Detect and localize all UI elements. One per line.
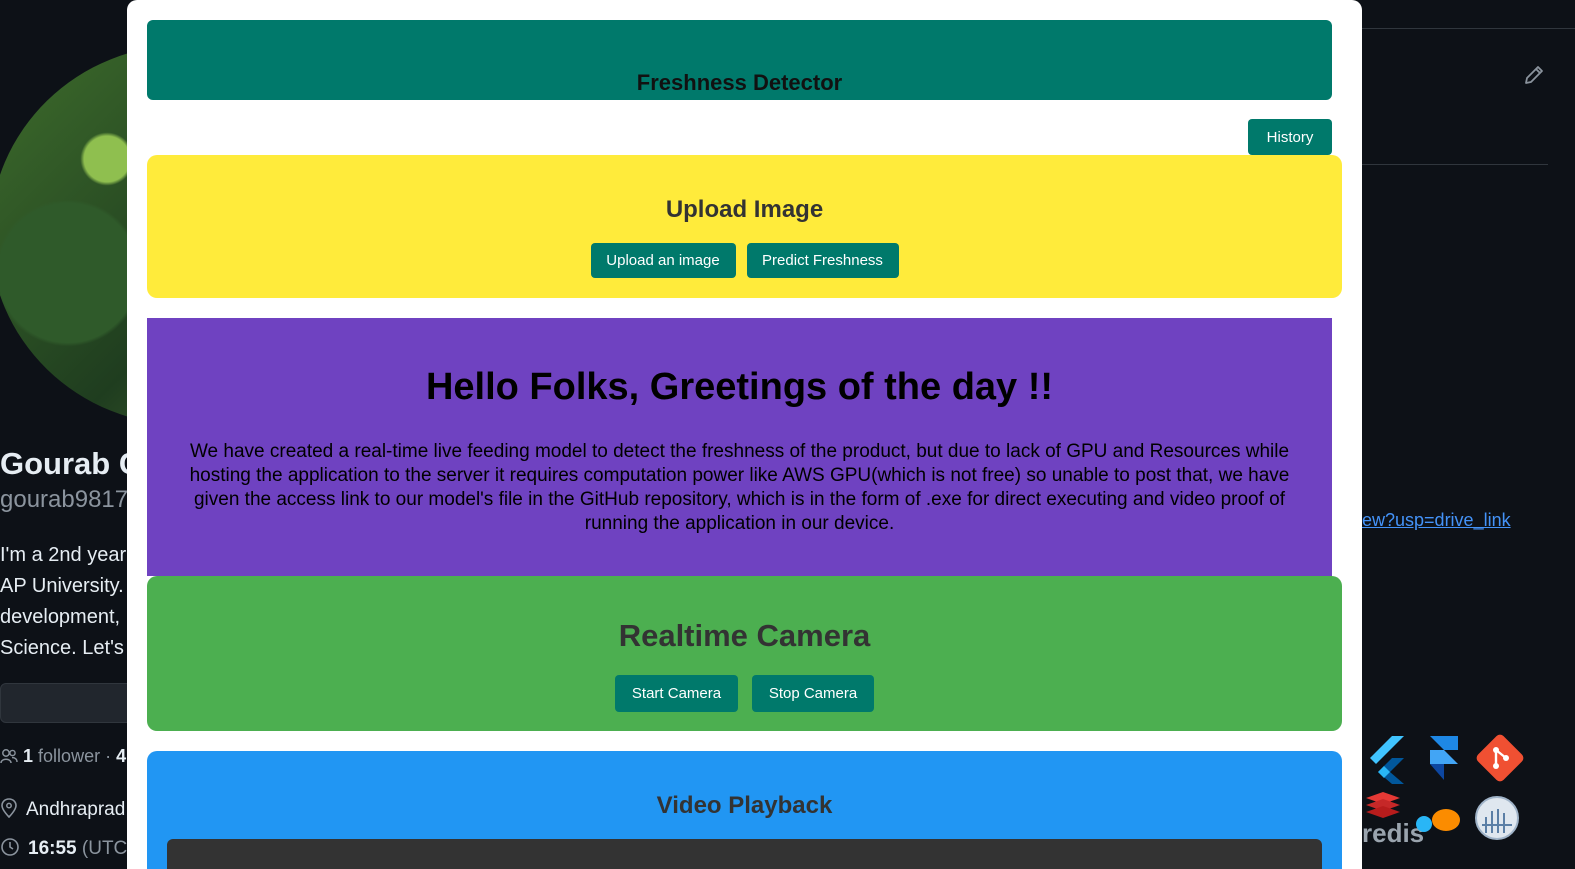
framer-icon[interactable] (1418, 732, 1470, 784)
start-camera-button[interactable]: Start Camera (615, 675, 738, 712)
video-title: Video Playback (656, 792, 833, 819)
upload-title: Upload Image (665, 196, 824, 223)
divider (1362, 164, 1548, 165)
camera-button-row: Start Camera Stop Camera (147, 675, 1342, 712)
upload-button-row: Upload an image Predict Freshness (147, 243, 1342, 278)
divider (1362, 28, 1575, 29)
clock-icon (1, 838, 19, 856)
people-icon (0, 749, 18, 764)
followers-count: 1 (23, 746, 34, 766)
info-section: Hello Folks, Greetings of the day !! We … (147, 318, 1332, 576)
profile-local-time: 16:55 (UTC (0, 837, 127, 860)
bio-line: I'm a 2nd year (0, 544, 127, 566)
video-player[interactable] (167, 839, 1322, 869)
header-bar: Freshness Detector (147, 20, 1332, 100)
learn-logo-icon[interactable] (1414, 800, 1462, 840)
git-icon[interactable] (1474, 732, 1526, 784)
stop-camera-button[interactable]: Stop Camera (752, 675, 874, 712)
followers-info[interactable]: 1 follower · 4 (0, 746, 126, 767)
bio-line: Science. Let's (0, 637, 124, 659)
info-paragraph: We have created a real-time live feeding… (189, 441, 1290, 534)
predict-freshness-button[interactable]: Predict Freshness (746, 243, 899, 278)
history-button[interactable]: History (1248, 119, 1332, 155)
utc-label: (UTC (81, 838, 128, 859)
location-pin-icon (1, 798, 17, 819)
profile-location: Andhraprad (0, 798, 125, 821)
video-section: Video Playback (147, 751, 1342, 869)
freshness-modal: Freshness Detector History Upload Image … (127, 0, 1362, 869)
upload-image-button[interactable]: Upload an image (590, 243, 736, 278)
time-text: 16:55 (28, 838, 77, 859)
camera-title: Realtime Camera (618, 618, 871, 653)
app-title: Freshness Detector (636, 70, 843, 95)
followers-label: follower · (38, 746, 112, 766)
profile-handle: gourab9817 (0, 486, 129, 513)
drive-link[interactable]: ew?usp=drive_link (1362, 510, 1511, 531)
seaborn-icon[interactable] (1474, 795, 1520, 841)
profile-name: Gourab C (0, 446, 142, 481)
location-text: Andhraprad (26, 799, 126, 820)
following-count: 4 (116, 746, 127, 766)
greeting-heading: Hello Folks, Greetings of the day !! (425, 366, 1054, 408)
camera-section: Realtime Camera Start Camera Stop Camera (147, 576, 1342, 731)
pencil-icon[interactable] (1522, 63, 1546, 87)
bio-line: AP University. (0, 575, 124, 597)
edit-profile-button[interactable] (0, 683, 142, 723)
profile-bio: I'm a 2nd year AP University. developmen… (0, 540, 130, 664)
bio-line: development, (0, 606, 121, 628)
flutter-icon[interactable] (1362, 732, 1414, 784)
upload-section: Upload Image Upload an image Predict Fre… (147, 155, 1342, 298)
